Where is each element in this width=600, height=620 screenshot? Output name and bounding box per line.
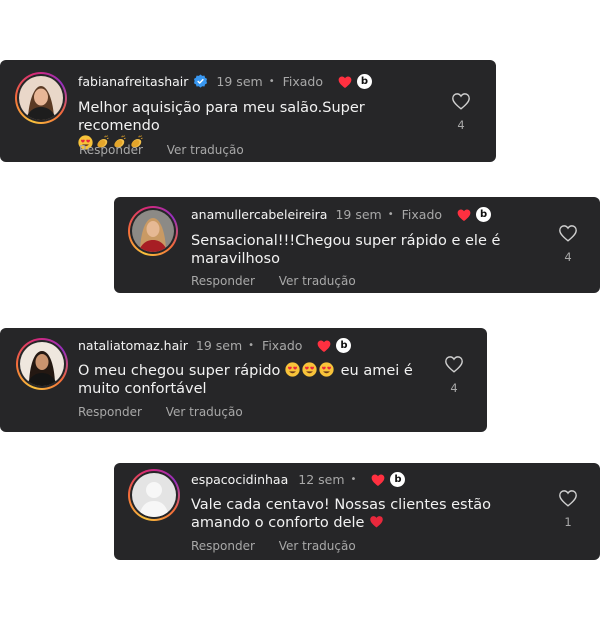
pinned-label: Fixado [262, 338, 303, 353]
comment-text: Sensacional!!!Chegou super rápido e ele … [191, 233, 501, 267]
heart-eyes-emoji [285, 362, 300, 377]
comment-card: nataliatomaz.hair 19 sem • Fixado b O me… [0, 328, 487, 432]
like-count: 1 [564, 515, 572, 529]
comment-text: Vale cada centavo! Nossas clientes estão… [191, 497, 492, 531]
separator-dot: • [268, 76, 275, 87]
like-heart-icon[interactable] [444, 355, 464, 373]
reply-button[interactable]: Responder [78, 405, 142, 419]
timestamp: 19 sem [216, 74, 263, 89]
avatar[interactable] [128, 469, 180, 521]
reply-button[interactable]: Responder [191, 274, 255, 288]
username[interactable]: nataliatomaz.hair [78, 338, 188, 353]
translate-button[interactable]: Ver tradução [279, 274, 356, 288]
comment-card: espacocidinhaa 12 sem • b Vale cada cent… [114, 463, 600, 560]
creator-badge: b [336, 338, 352, 353]
like-count: 4 [564, 250, 572, 264]
timestamp: 19 sem [335, 207, 382, 222]
pinned-label: Fixado [282, 74, 323, 89]
translate-button[interactable]: Ver tradução [167, 143, 244, 157]
like-count: 4 [457, 118, 465, 132]
username[interactable]: espacocidinhaa [191, 472, 288, 487]
comment-card: anamullercabeleireira 19 sem • Fixado b … [114, 197, 600, 293]
pinned-label: Fixado [401, 207, 443, 222]
separator-dot: • [350, 474, 357, 485]
username[interactable]: anamullercabeleireira [191, 207, 327, 222]
heart-filled-icon [370, 473, 386, 487]
like-heart-icon[interactable] [558, 224, 578, 242]
username[interactable]: fabianafreitashair [78, 74, 188, 89]
avatar[interactable] [15, 72, 67, 124]
heart-filled-icon [456, 208, 472, 222]
creator-badge: b [357, 74, 372, 89]
avatar-photo [132, 210, 174, 252]
avatar[interactable] [128, 206, 178, 256]
heart-filled-icon [337, 75, 353, 89]
creator-badge: b [476, 207, 492, 222]
timestamp: 19 sem [195, 338, 243, 353]
comment-card: fabianafreitashair 19 sem • Fixado b Mel… [0, 60, 496, 162]
creator-badge: b [390, 472, 406, 487]
avatar-photo [19, 76, 63, 120]
avatar[interactable] [16, 338, 68, 390]
default-avatar-icon [132, 473, 176, 517]
like-count: 4 [450, 381, 458, 395]
avatar-photo [20, 342, 64, 386]
verified-badge-icon [194, 74, 208, 88]
separator-dot: • [387, 209, 394, 220]
heart-filled-icon [316, 339, 332, 353]
reply-button[interactable]: Responder [79, 143, 143, 157]
heart-eyes-emoji [302, 362, 317, 377]
reply-button[interactable]: Responder [191, 539, 255, 553]
heart-eyes-emoji [319, 362, 334, 377]
like-heart-icon[interactable] [558, 489, 578, 507]
timestamp: 12 sem [298, 472, 345, 487]
separator-dot: • [248, 340, 255, 351]
red-heart-emoji [369, 514, 384, 529]
like-heart-icon[interactable] [451, 92, 471, 110]
comment-text: O meu chegou super rápido eu amei é muit… [78, 362, 413, 397]
translate-button[interactable]: Ver tradução [279, 539, 356, 553]
translate-button[interactable]: Ver tradução [166, 405, 243, 419]
